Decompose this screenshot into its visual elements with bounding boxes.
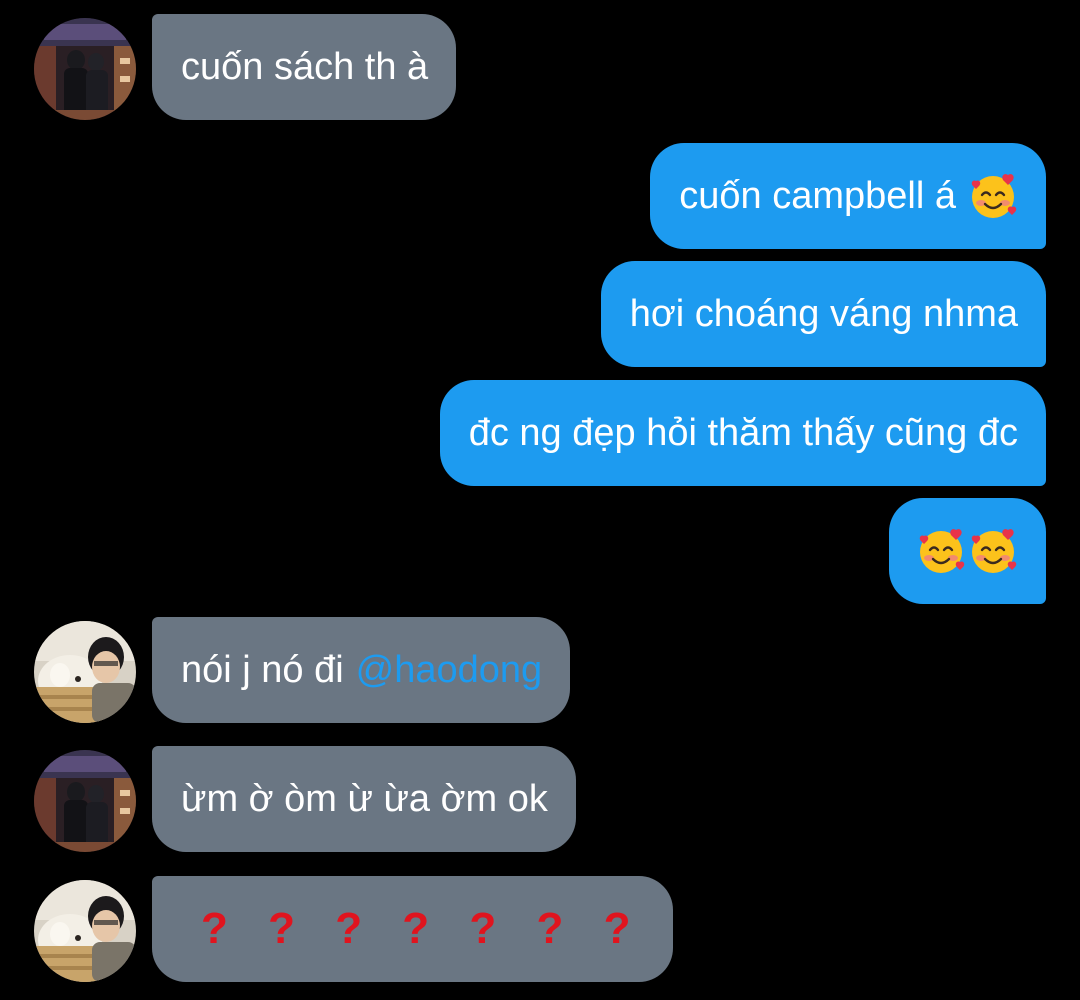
incoming-message-bubble[interactable]: ? ? ? ? ? ? ?	[152, 876, 673, 982]
boy-with-dog-avatar-icon	[34, 621, 136, 723]
outgoing-message-bubble[interactable]: cuốn campbell á	[650, 143, 1046, 249]
message-text: đc ng đẹp hỏi thăm thấy cũng đc	[468, 411, 1018, 454]
outgoing-message-bubble[interactable]	[889, 498, 1046, 604]
boy-with-dog-avatar-icon	[34, 880, 136, 982]
incoming-message-bubble[interactable]: ừm ờ òm ừ ừa ờm ok	[152, 746, 576, 852]
user-mention-link[interactable]: @haodong	[356, 649, 543, 692]
avatar[interactable]	[34, 880, 136, 982]
couple-photo-avatar-icon	[34, 750, 136, 852]
incoming-message-bubble[interactable]: nói j nó đi @haodong	[152, 617, 571, 723]
message-text: hơi choáng váng nhma	[629, 292, 1018, 335]
message-text: cuốn sách th à	[181, 45, 429, 88]
smiling-face-with-hearts-icon	[968, 526, 1018, 576]
message-text: nói j nó đi	[181, 648, 344, 691]
smiling-face-with-hearts-icon	[968, 171, 1018, 221]
avatar[interactable]	[34, 18, 136, 120]
question-marks-text: ? ? ? ? ? ? ?	[201, 904, 645, 953]
smiling-face-with-hearts-icon	[916, 526, 966, 576]
avatar[interactable]	[34, 750, 136, 852]
message-text: cuốn campbell á	[679, 174, 956, 217]
outgoing-message-bubble[interactable]: đc ng đẹp hỏi thăm thấy cũng đc	[439, 380, 1046, 486]
chat-thread: cuốn sách th à cuốn campbell á hơi choán…	[0, 0, 1080, 1000]
couple-photo-avatar-icon	[34, 18, 136, 120]
avatar[interactable]	[34, 621, 136, 723]
incoming-message-bubble[interactable]: cuốn sách th à	[152, 14, 457, 120]
message-text: ừm ờ òm ừ ừa ờm ok	[181, 777, 548, 820]
outgoing-message-bubble[interactable]: hơi choáng váng nhma	[600, 261, 1046, 367]
